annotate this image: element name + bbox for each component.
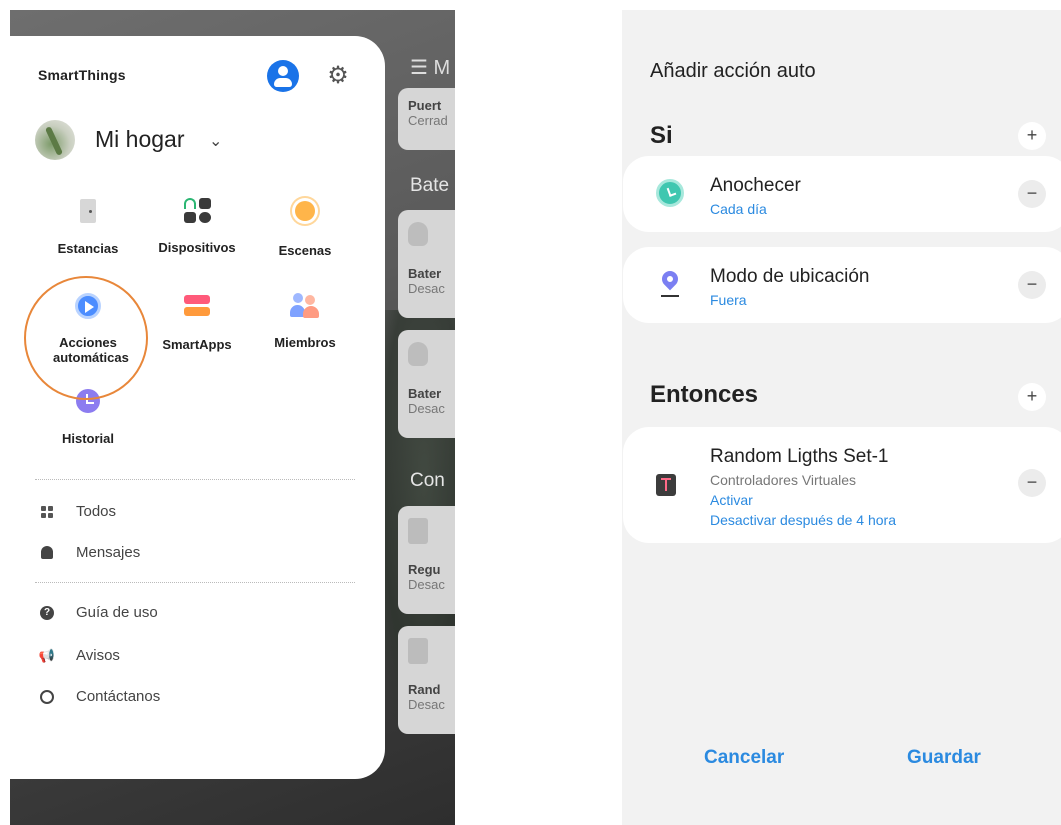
background-card: Bater Desac — [398, 210, 455, 318]
background-card: Regu Desac — [398, 506, 455, 614]
condition-card-anochecer[interactable]: Anochecer Cada día − — [623, 156, 1061, 232]
location-pin-icon — [658, 267, 682, 291]
gear-icon[interactable]: ⚙ — [326, 64, 350, 88]
help-icon: ? — [40, 605, 54, 620]
remove-action-button[interactable]: − — [1018, 469, 1046, 497]
virtual-controller-icon — [656, 474, 676, 496]
bell-icon — [40, 546, 54, 560]
bulb-icon — [408, 222, 428, 246]
add-action-button[interactable]: + — [1018, 383, 1046, 411]
divider — [35, 582, 355, 583]
bulb-icon — [408, 342, 428, 366]
home-avatar[interactable] — [35, 120, 75, 160]
cancel-button[interactable]: Cancelar — [704, 747, 784, 769]
menu-item-contactanos[interactable]: Contáctanos — [40, 688, 160, 705]
add-automation-screen: Añadir acción auto Si + Anochecer Cada d… — [622, 10, 1061, 825]
background-section-title: Bate — [410, 175, 450, 196]
members-icon — [290, 293, 320, 319]
home-selector[interactable]: Mi hogar — [95, 126, 184, 153]
menu-item-avisos[interactable]: 📢 Avisos — [38, 647, 120, 664]
chevron-down-icon[interactable]: ⌄ — [209, 131, 222, 151]
remove-condition-button[interactable]: − — [1018, 271, 1046, 299]
background-header: ☰ M — [410, 57, 451, 79]
clock-icon — [656, 179, 684, 207]
action-card-random-lights[interactable]: Random Ligths Set-1 Controladores Virtua… — [623, 427, 1061, 543]
grid-item-smartapps[interactable]: SmartApps — [142, 291, 252, 352]
devices-icon — [183, 198, 211, 223]
switch-icon — [408, 518, 428, 544]
grid-item-estancias[interactable]: Estancias — [33, 196, 143, 256]
if-section-title: Si — [650, 122, 673, 149]
account-icon[interactable] — [267, 60, 299, 92]
background-section-title: Con — [410, 470, 445, 491]
save-button[interactable]: Guardar — [907, 747, 981, 769]
grid-item-escenas[interactable]: Escenas — [250, 196, 360, 258]
composite-screenshot: ☰ M Puert Cerrad Bate Bater Desac Bater … — [0, 0, 1061, 825]
smartthings-menu-screen: ☰ M Puert Cerrad Bate Bater Desac Bater … — [10, 10, 455, 825]
grid-icon — [40, 505, 54, 519]
background-card: Rand Desac — [398, 626, 455, 734]
megaphone-icon: 📢 — [38, 647, 56, 663]
menu-item-mensajes[interactable]: Mensajes — [40, 544, 140, 561]
door-icon — [80, 199, 96, 223]
grid-item-dispositivos[interactable]: Dispositivos — [142, 196, 252, 255]
background-card: Bater Desac — [398, 330, 455, 438]
smartapps-icon — [184, 295, 210, 316]
menu-item-guia-de-uso[interactable]: ? Guía de uso — [40, 604, 158, 621]
condition-card-modo-ubicacion[interactable]: Modo de ubicación Fuera − — [623, 247, 1061, 323]
navigation-drawer: SmartThings ⚙ Mi hogar ⌄ Estancias Dispo… — [10, 36, 385, 779]
menu-item-todos[interactable]: Todos — [40, 503, 116, 520]
highlight-circle — [24, 276, 148, 400]
switch-icon — [408, 638, 428, 664]
sun-icon — [295, 201, 315, 221]
contact-icon — [40, 689, 54, 704]
add-condition-button[interactable]: + — [1018, 122, 1046, 150]
then-section-title: Entonces — [650, 381, 759, 408]
page-title: Añadir acción auto — [650, 60, 816, 82]
divider — [35, 479, 355, 480]
background-card: Puert Cerrad — [398, 88, 455, 150]
app-brand: SmartThings — [38, 67, 126, 83]
grid-item-miembros[interactable]: Miembros — [250, 291, 360, 350]
remove-condition-button[interactable]: − — [1018, 180, 1046, 208]
